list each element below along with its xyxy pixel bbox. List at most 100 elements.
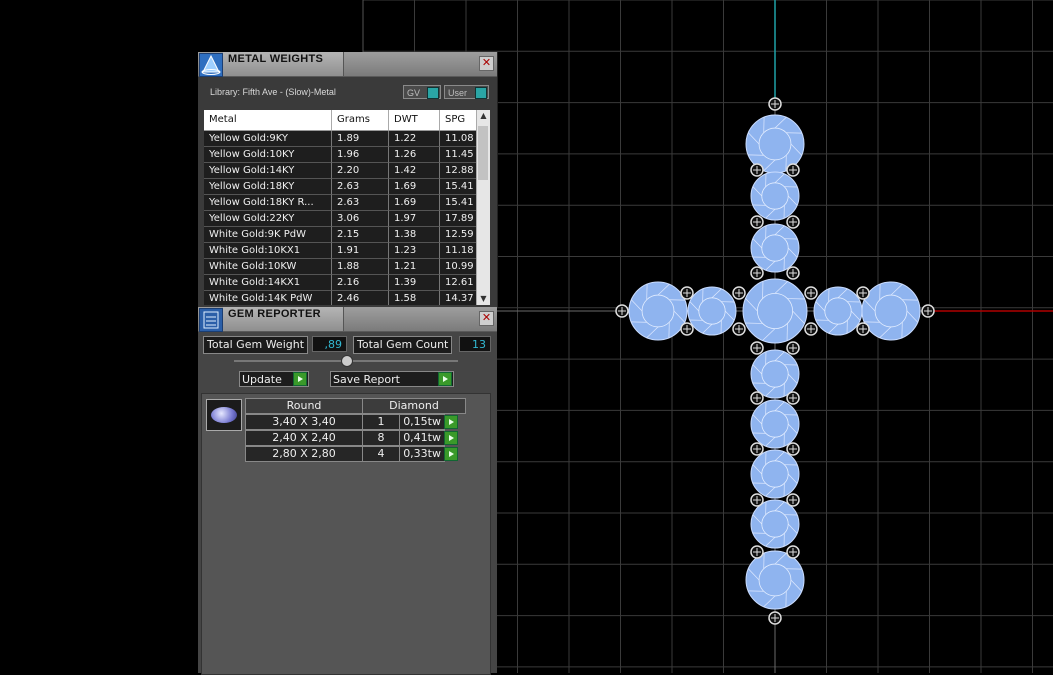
table-cell: Yellow Gold:18KY (204, 179, 332, 195)
table-cell: White Gold:10KX1 (204, 243, 332, 259)
gem-table-row[interactable]: 2,80 X 2,8040,33tw (246, 447, 466, 463)
total-gem-count-value: 13 (459, 336, 491, 352)
table-cell: Yellow Gold:22KY (204, 211, 332, 227)
gem-shape-header: Round (245, 398, 363, 414)
scrollbar-thumb[interactable] (478, 126, 488, 180)
column-header-metal[interactable]: Metal (204, 110, 332, 130)
round-gem[interactable] (688, 287, 736, 335)
table-row[interactable]: White Gold:14K PdW2.461.5814.37 (204, 291, 484, 305)
gem-report-area: Round Diamond 3,40 X 3,4010,15tw2,40 X 2… (201, 393, 491, 675)
prong-handle[interactable] (751, 392, 763, 404)
close-icon[interactable]: ✕ (479, 311, 494, 326)
close-icon[interactable]: ✕ (479, 56, 494, 71)
round-gem[interactable] (746, 551, 804, 609)
round-gem[interactable] (862, 282, 920, 340)
gem-row-count: 4 (362, 446, 400, 462)
round-gem[interactable] (743, 279, 807, 343)
update-button[interactable]: Update (239, 371, 309, 387)
round-gem[interactable] (751, 450, 799, 498)
save-report-button[interactable]: Save Report (330, 371, 454, 387)
table-cell: 1.69 (389, 179, 440, 195)
gem-report-table: Round Diamond 3,40 X 3,4010,15tw2,40 X 2… (246, 399, 466, 463)
prong-handle[interactable] (751, 546, 763, 558)
table-row[interactable]: Yellow Gold:22KY3.061.9717.89 (204, 211, 484, 227)
scroll-up-icon[interactable]: ▲ (477, 110, 490, 122)
user-toggle[interactable]: User (444, 85, 489, 99)
scroll-down-icon[interactable]: ▼ (477, 293, 490, 305)
play-arrow-icon (293, 372, 307, 386)
metal-weights-title: METAL WEIGHTS (228, 53, 323, 65)
table-row[interactable]: Yellow Gold:18KY2.631.6915.41 (204, 179, 484, 195)
prong-handle[interactable] (787, 342, 799, 354)
gem-table-row[interactable]: 2,40 X 2,4080,41tw (246, 431, 466, 447)
prong-handle[interactable] (751, 443, 763, 455)
table-row[interactable]: White Gold:9K PdW2.151.3812.59 (204, 227, 484, 243)
gem-row-size: 2,40 X 2,40 (245, 430, 363, 446)
table-row[interactable]: White Gold:10KW1.881.2110.99 (204, 259, 484, 275)
round-gem[interactable] (751, 350, 799, 398)
prong-handle[interactable] (681, 287, 693, 299)
prong-handle[interactable] (857, 323, 869, 335)
table-row[interactable]: White Gold:10KX11.911.2311.18 (204, 243, 484, 259)
prong-handle[interactable] (751, 342, 763, 354)
table-row[interactable]: Yellow Gold:14KY2.201.4212.88 (204, 163, 484, 179)
gv-toggle[interactable]: GV (403, 85, 441, 99)
prong-handle[interactable] (787, 164, 799, 176)
round-gem[interactable] (751, 400, 799, 448)
table-row[interactable]: Yellow Gold:9KY1.891.2211.08 (204, 131, 484, 147)
gem-cross-model[interactable] (616, 98, 934, 624)
prong-handle[interactable] (681, 323, 693, 335)
vertical-scrollbar[interactable]: ▲ ▼ (476, 110, 490, 305)
update-button-label: Update (242, 373, 282, 386)
column-header-dwt[interactable]: DWT (389, 110, 440, 130)
gem-reporter-titlebar[interactable]: GEM REPORTER ✕ (198, 307, 497, 332)
prong-handle[interactable] (751, 267, 763, 279)
prong-handle[interactable] (805, 287, 817, 299)
table-cell: 2.15 (332, 227, 389, 243)
gem-reporter-title: GEM REPORTER (228, 308, 321, 320)
prong-handle[interactable] (805, 323, 817, 335)
prong-handle[interactable] (769, 612, 781, 624)
prong-handle[interactable] (751, 216, 763, 228)
prong-handle[interactable] (922, 305, 934, 317)
prong-handle[interactable] (787, 216, 799, 228)
round-gem[interactable] (629, 282, 687, 340)
play-arrow-icon[interactable] (444, 447, 458, 461)
prong-handle[interactable] (616, 305, 628, 317)
table-cell: 2.46 (332, 291, 389, 305)
prong-handle[interactable] (787, 443, 799, 455)
table-cell: Yellow Gold:14KY (204, 163, 332, 179)
prong-handle[interactable] (733, 323, 745, 335)
table-row[interactable]: White Gold:14KX12.161.3912.61 (204, 275, 484, 291)
table-row[interactable]: Yellow Gold:18KY R...2.631.6915.41 (204, 195, 484, 211)
round-gem[interactable] (814, 287, 862, 335)
jeweler-app-icon (199, 53, 223, 77)
table-cell: 1.89 (332, 131, 389, 147)
gem-table-row[interactable]: 3,40 X 3,4010,15tw (246, 415, 466, 431)
table-cell: Yellow Gold:18KY R... (204, 195, 332, 211)
user-toggle-label: User (448, 88, 467, 98)
table-cell: 2.63 (332, 195, 389, 211)
prong-handle[interactable] (751, 164, 763, 176)
column-header-grams[interactable]: Grams (332, 110, 389, 130)
prong-handle[interactable] (733, 287, 745, 299)
prong-handle[interactable] (769, 98, 781, 110)
prong-handle[interactable] (787, 267, 799, 279)
prong-handle[interactable] (787, 392, 799, 404)
round-gem[interactable] (751, 500, 799, 548)
prong-handle[interactable] (857, 287, 869, 299)
prong-handle[interactable] (787, 546, 799, 558)
gem-table-rows: 3,40 X 3,4010,15tw2,40 X 2,4080,41tw2,80… (246, 415, 466, 463)
play-arrow-icon[interactable] (444, 415, 458, 429)
play-arrow-icon[interactable] (444, 431, 458, 445)
table-row[interactable]: Yellow Gold:10KY1.961.2611.45 (204, 147, 484, 163)
3d-viewport[interactable] (0, 0, 1053, 673)
round-gem[interactable] (751, 224, 799, 272)
prong-handle[interactable] (787, 494, 799, 506)
round-gem[interactable] (751, 172, 799, 220)
divider-slider-knob[interactable] (341, 355, 353, 367)
gem-row-weight: 0,15tw (399, 414, 445, 430)
prong-handle[interactable] (751, 494, 763, 506)
table-cell: 1.23 (389, 243, 440, 259)
metal-weights-titlebar[interactable]: METAL WEIGHTS ✕ (198, 52, 497, 77)
